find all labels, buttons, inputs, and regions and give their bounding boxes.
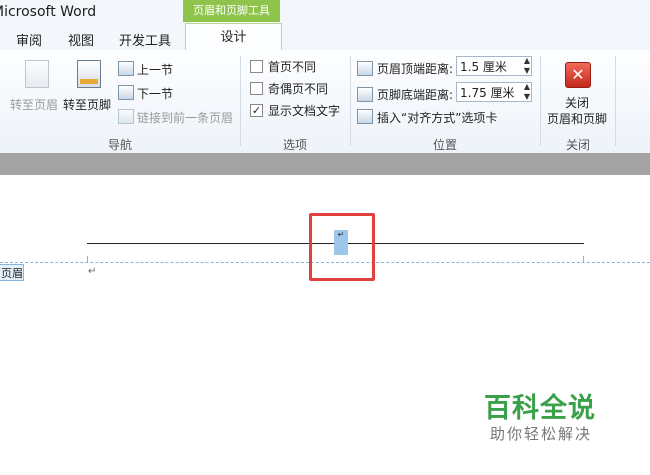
options-group-label: 选项 <box>282 138 307 152</box>
insert-alignment-tab-button[interactable]: 插入“对齐方式”选项卡 <box>357 108 527 126</box>
header-distance-input[interactable]: 1.5 厘米 <box>456 56 532 76</box>
header-label-tag: 页眉 <box>0 264 24 281</box>
group-separator <box>350 56 351 146</box>
footer-bar-icon <box>80 79 98 84</box>
footer-distance-stepper[interactable]: ▲ ▼ <box>522 82 532 102</box>
goto-header-button[interactable]: 转至页眉 <box>8 58 64 113</box>
link-to-previous-button[interactable]: 链接到前一条页眉 <box>118 108 238 126</box>
footer-distance-label: 页脚底端距离: <box>377 88 454 102</box>
paragraph-mark: ↵ <box>88 266 97 277</box>
navigation-group-label: 导航 <box>107 138 132 152</box>
watermark-subtitle: 助你轻松解决 <box>490 425 593 443</box>
tab-view[interactable]: 视图 <box>68 30 94 49</box>
footer-distance-input[interactable]: 1.75 厘米 <box>456 82 532 102</box>
title-bar <box>0 0 650 26</box>
goto-header-label: 转至页眉 <box>10 98 59 112</box>
goto-footer-label: 转至页脚 <box>63 98 112 112</box>
window-title: Microsoft Word <box>0 4 97 20</box>
close-button-label-line2: 页眉和页脚 <box>547 112 608 126</box>
checkbox-box <box>250 60 263 73</box>
next-section-label: 下一节 <box>137 87 174 101</box>
close-icon: ✕ <box>565 62 591 88</box>
different-first-page-label: 首页不同 <box>268 60 317 74</box>
highlight-box <box>309 213 375 281</box>
alignment-tab-icon <box>357 109 373 124</box>
close-button-label-line1: 关闭 <box>565 96 590 110</box>
page-header-icon <box>25 60 49 88</box>
previous-section-button[interactable]: 上一节 <box>118 60 178 78</box>
tab-design[interactable]: 设计 <box>185 23 282 52</box>
insert-alignment-tab-label: 插入“对齐方式”选项卡 <box>377 111 498 125</box>
link-chain-icon <box>118 109 134 124</box>
tab-review[interactable]: 审阅 <box>16 30 42 49</box>
next-section-button[interactable]: 下一节 <box>118 84 178 102</box>
watermark-title: 百科全说 <box>484 393 596 424</box>
header-distance-label: 页眉顶端距离: <box>377 62 454 76</box>
group-separator <box>615 56 616 146</box>
close-header-footer-button[interactable]: ✕ 关闭 页眉和页脚 <box>545 58 611 130</box>
footer-position-icon <box>357 87 373 102</box>
page-footer-icon <box>77 60 101 88</box>
different-first-page-checkbox[interactable]: 首页不同 <box>250 58 340 74</box>
checkmark-icon: ✓ <box>250 104 263 117</box>
group-separator <box>540 56 541 146</box>
group-separator <box>240 56 241 146</box>
previous-section-label: 上一节 <box>137 63 174 77</box>
checkbox-box <box>250 82 263 95</box>
header-distance-stepper[interactable]: ▲ ▼ <box>522 56 532 76</box>
link-to-previous-label: 链接到前一条页眉 <box>137 111 234 125</box>
ruler-area <box>0 153 650 175</box>
context-tab-header-footer-tools: 页眉和页脚工具 <box>183 0 280 22</box>
different-odd-even-checkbox[interactable]: 奇偶页不同 <box>250 80 340 96</box>
ribbon-tab-row <box>0 26 650 51</box>
previous-section-icon <box>118 61 134 76</box>
next-section-icon <box>118 85 134 100</box>
header-position-icon <box>357 61 373 76</box>
goto-footer-button[interactable]: 转至页脚 <box>62 58 114 113</box>
tab-developer[interactable]: 开发工具 <box>119 30 171 49</box>
show-document-text-label: 显示文档文字 <box>268 104 341 118</box>
different-odd-even-label: 奇偶页不同 <box>268 82 329 96</box>
position-group-label: 位置 <box>432 138 457 152</box>
close-group-label: 关闭 <box>565 138 590 152</box>
show-document-text-checkbox[interactable]: ✓ 显示文档文字 <box>250 102 345 118</box>
